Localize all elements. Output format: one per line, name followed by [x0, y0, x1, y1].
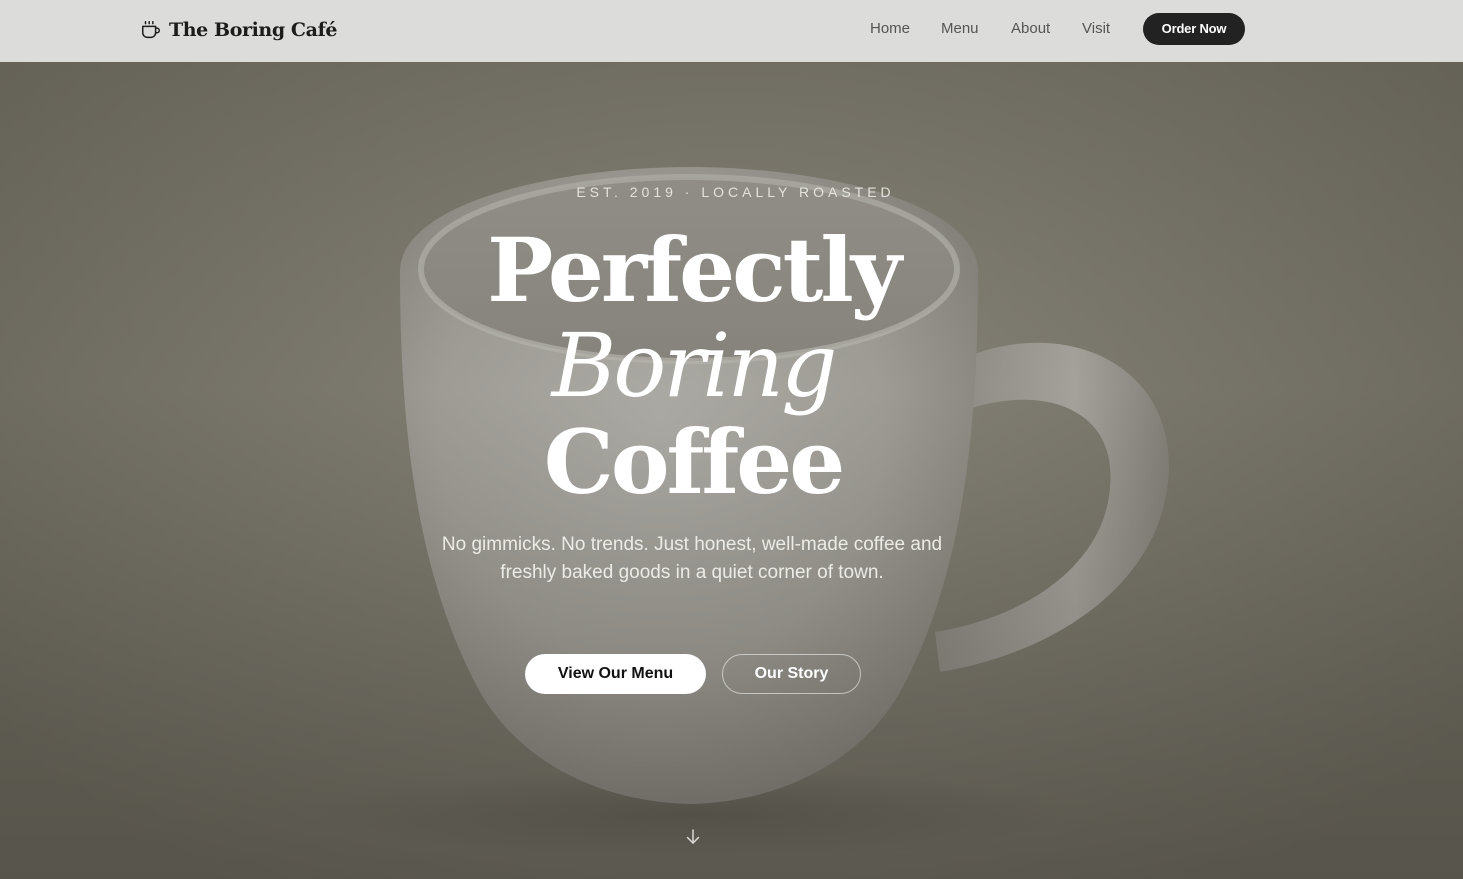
hero-eyebrow: EST. 2019 · LOCALLY ROASTED	[576, 184, 895, 200]
our-story-button[interactable]: Our Story	[722, 654, 861, 694]
headline-line-3: Coffee	[543, 410, 845, 514]
nav-link-visit[interactable]: Visit	[1082, 19, 1110, 39]
view-menu-button[interactable]: View Our Menu	[525, 654, 706, 694]
arrow-down-icon[interactable]	[684, 827, 702, 847]
nav-link-home[interactable]: Home	[870, 19, 910, 39]
brand-name: The Boring Café	[169, 19, 338, 41]
nav-link-menu[interactable]: Menu	[941, 19, 979, 39]
nav-link-about[interactable]: About	[1011, 19, 1050, 39]
hero-section: EST. 2019 · LOCALLY ROASTED Perfectly Bo…	[0, 62, 1463, 879]
headline-line-2: Boring	[551, 314, 838, 417]
order-now-button[interactable]: Order Now	[1143, 13, 1245, 45]
hero-headline: Perfectly Boring Coffee	[380, 222, 1006, 510]
coffee-cup-icon	[142, 21, 160, 39]
headline-line-1: Perfectly	[487, 218, 902, 322]
brand-logo[interactable]: The Boring Café	[140, 16, 337, 44]
top-navbar: The Boring Café Home Menu About Visit Or…	[0, 0, 1463, 62]
hero-subhead: No gimmicks. No trends. Just honest, wel…	[441, 534, 943, 583]
